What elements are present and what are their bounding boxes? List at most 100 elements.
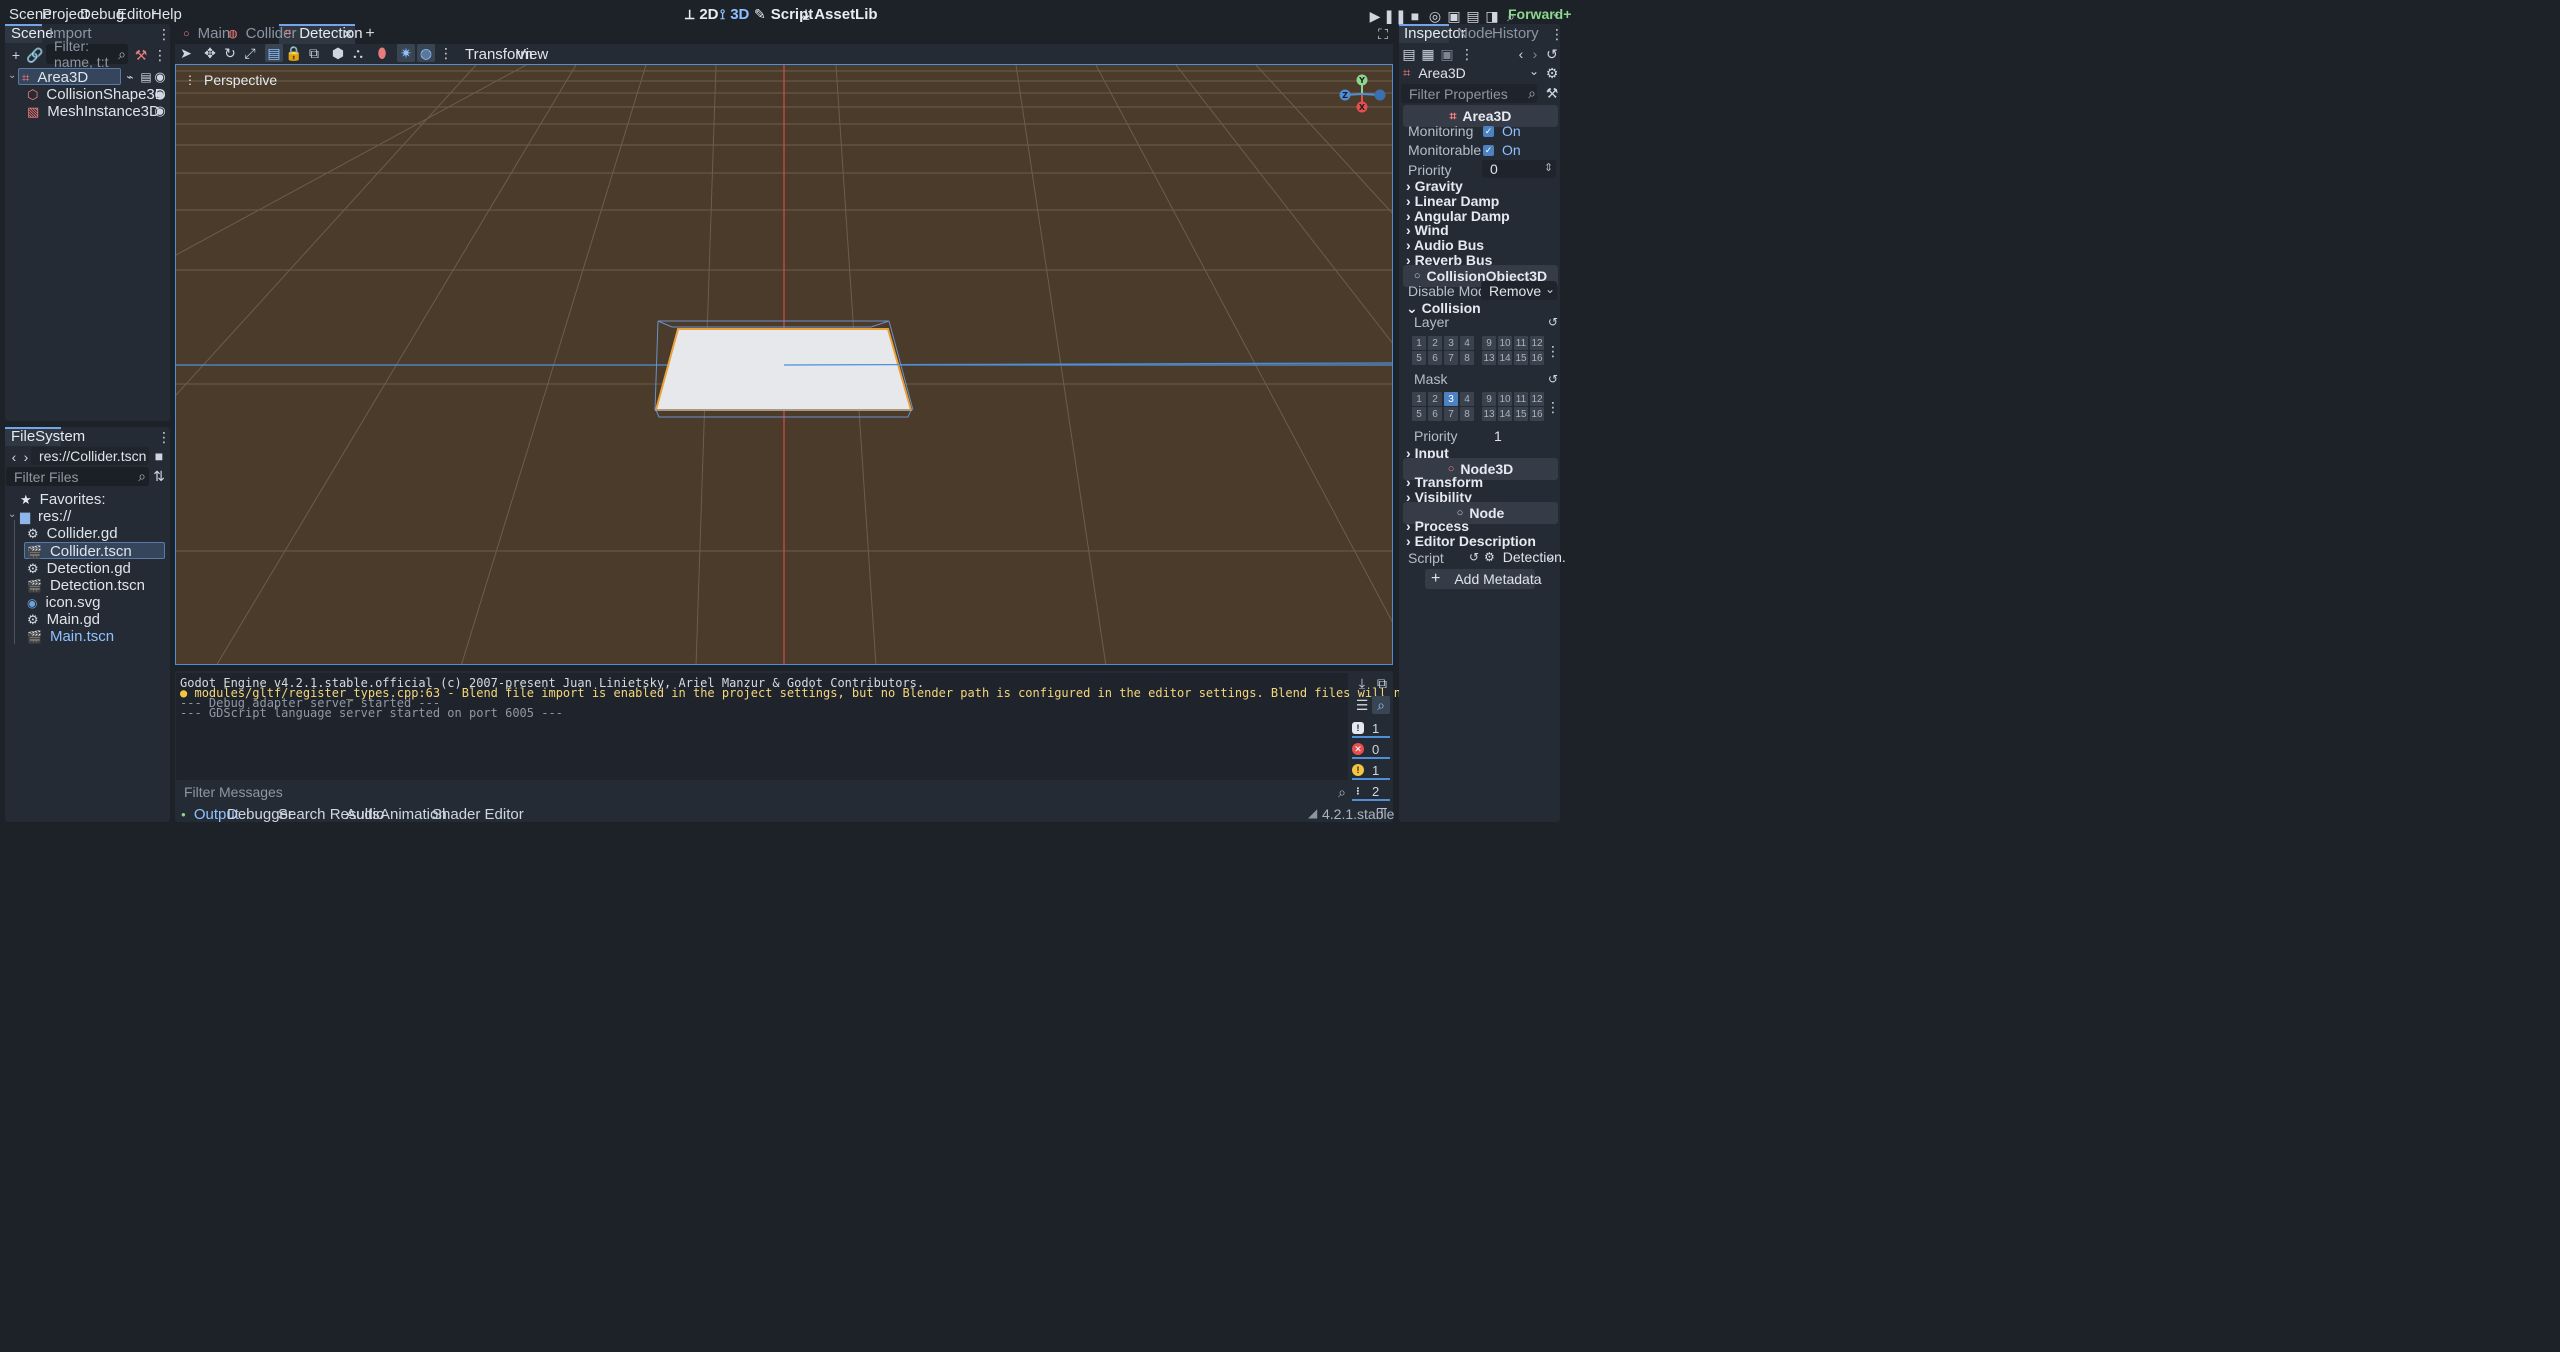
environment-globe-icon[interactable]: ◍	[416, 43, 436, 63]
inspector-options-icon[interactable]: ⚒	[1542, 83, 1562, 103]
favorites-row[interactable]: ★ Favorites:	[20, 491, 106, 508]
group-linear-damp[interactable]: › Linear Damp	[1406, 193, 1499, 209]
rotate-tool-icon[interactable]: ↻	[220, 43, 240, 63]
tab-filesystem[interactable]: FileSystem	[11, 428, 85, 445]
copy-log-icon[interactable]: ⤓	[1352, 673, 1372, 693]
layer-bit-9[interactable]: 9	[1482, 336, 1496, 350]
layer-bit-14[interactable]: 14	[1498, 351, 1512, 365]
file-detection-gd[interactable]: ⚙ Detection.gd	[27, 560, 131, 577]
add-metadata-button[interactable]: + Add Metadata	[1425, 569, 1542, 589]
split-view-icon[interactable]: ■	[149, 446, 169, 466]
snap-object-icon[interactable]: ⬢	[328, 43, 348, 63]
toolbar-more-icon[interactable]: ⋮	[436, 43, 456, 63]
layer-bit-11[interactable]: 11	[1514, 336, 1528, 350]
layer-bit-4[interactable]: 4	[1460, 336, 1474, 350]
renderer-selector[interactable]: Forward+	[1508, 6, 1571, 22]
filter-messages-input[interactable]: Filter Messages	[176, 783, 1348, 801]
layer-bit-8[interactable]: 8	[1460, 351, 1474, 365]
mask-bit-12[interactable]: 12	[1530, 392, 1544, 406]
collision-priority-value[interactable]: 1	[1494, 428, 1502, 444]
reset-icon[interactable]: ↺	[1543, 312, 1563, 332]
mode-3d-button[interactable]: ⟟ 3D	[720, 6, 749, 23]
mask-bit-16[interactable]: 16	[1530, 407, 1544, 421]
group-transform[interactable]: › Transform	[1406, 474, 1483, 490]
mask-bit-3[interactable]: 3	[1444, 392, 1458, 406]
filesystem-path-input[interactable]: res://Collider.tscn	[31, 447, 149, 465]
kebab-menu-icon[interactable]: ⋮	[154, 24, 174, 44]
play-custom-icon[interactable]: ▤	[1463, 6, 1483, 26]
visibility-eye-icon[interactable]: ◉	[150, 101, 170, 121]
stop-icon[interactable]: ■	[1405, 6, 1425, 26]
layer-bit-10[interactable]: 10	[1498, 336, 1512, 350]
bottom-tab-shader-editor[interactable]: Shader Editor	[432, 806, 524, 823]
pause-icon[interactable]: ❚❚	[1383, 6, 1406, 26]
mode-2d-button[interactable]: ⟂ 2D	[685, 6, 719, 23]
file-main-tscn[interactable]: 🎬 Main.tscn	[27, 628, 114, 645]
group-wind[interactable]: › Wind	[1406, 222, 1449, 238]
link-icon[interactable]: 🔗	[25, 45, 45, 65]
scene-filter-options-icon[interactable]: ⚒	[131, 45, 151, 65]
pivot-icon[interactable]: ⛬	[348, 43, 368, 63]
bottom-tab-audio[interactable]: Audio	[346, 806, 384, 823]
layer-bit-2[interactable]: 2	[1428, 336, 1442, 350]
open-resource-icon[interactable]: ▦	[1418, 44, 1438, 64]
add-node-icon[interactable]: +	[6, 45, 26, 65]
file-main-gd[interactable]: ⚙ Main.gd	[27, 611, 100, 628]
search-icon[interactable]: ⌕	[1371, 695, 1391, 715]
remote-debug-icon[interactable]: ◎	[1425, 6, 1445, 26]
mask-bit-6[interactable]: 6	[1428, 407, 1442, 421]
history-icon[interactable]: ↺	[1542, 44, 1562, 64]
layer-bit-12[interactable]: 12	[1530, 336, 1544, 350]
scene-tab-main[interactable]: ○ Main	[183, 25, 230, 42]
other-count-toggle[interactable]: ⋮ 2	[1352, 783, 1390, 801]
kebab-menu-icon[interactable]: ⋮	[154, 427, 174, 447]
movie-icon[interactable]: ◨	[1482, 6, 1502, 26]
mask-bit-4[interactable]: 4	[1460, 392, 1474, 406]
layer-bit-6[interactable]: 6	[1428, 351, 1442, 365]
new-resource-icon[interactable]: ▤	[1399, 44, 1419, 64]
filesystem-filter-input[interactable]: Filter Files	[6, 467, 149, 486]
mask-bit-2[interactable]: 2	[1428, 392, 1442, 406]
list-select-icon[interactable]: ▤	[264, 43, 284, 63]
tab-history[interactable]: History	[1492, 25, 1539, 42]
file-collider-gd[interactable]: ⚙ Collider.gd	[27, 525, 118, 542]
group-audio-bus[interactable]: › Audio Bus	[1406, 237, 1484, 253]
file-detection-tscn[interactable]: 🎬 Detection.tscn	[27, 577, 145, 594]
collapse-icon[interactable]: ☰	[1352, 695, 1372, 715]
scene-more-icon[interactable]: ⋮	[150, 45, 170, 65]
select-tool-icon[interactable]: ➤	[176, 43, 196, 63]
group-gravity[interactable]: › Gravity	[1406, 178, 1463, 194]
fullscreen-icon[interactable]: ⛶	[1373, 24, 1393, 44]
layer-bit-15[interactable]: 15	[1514, 351, 1528, 365]
mask-bit-13[interactable]: 13	[1482, 407, 1496, 421]
mask-more-icon[interactable]: ⋮	[1543, 397, 1563, 417]
warning-count-toggle[interactable]: ! 1	[1352, 762, 1390, 780]
scale-tool-icon[interactable]: ⤢	[240, 43, 260, 63]
chevron-down-icon[interactable]: ⌄	[8, 509, 16, 520]
reset-icon[interactable]: ↺	[1464, 547, 1484, 567]
mode-assetlib-button[interactable]: ⤓ AssetLib	[803, 6, 878, 23]
clear-log-icon[interactable]: ⧉	[1372, 673, 1392, 693]
view-menu[interactable]: View	[516, 46, 548, 63]
mask-bit-14[interactable]: 14	[1498, 407, 1512, 421]
preview-sun-icon[interactable]: ⬮	[372, 43, 392, 63]
group-process[interactable]: › Process	[1406, 518, 1469, 534]
tree-node-collisionshape3d[interactable]: ⬡ CollisionShape3D	[27, 86, 166, 103]
sun-icon[interactable]: ✷	[396, 43, 416, 63]
tree-node-area3d[interactable]: ⌗ Area3D	[22, 69, 88, 86]
filter-properties-input[interactable]: Filter Properties	[1401, 84, 1537, 103]
close-icon[interactable]: ✕	[338, 24, 358, 44]
play-scene-icon[interactable]: ▣	[1444, 6, 1464, 26]
monitorable-checkbox[interactable]: ✓ On	[1483, 142, 1521, 158]
error-count-toggle[interactable]: ✕ 0	[1352, 741, 1390, 759]
reset-icon[interactable]: ↺	[1543, 369, 1563, 389]
add-tab-icon[interactable]: +	[360, 24, 380, 44]
pin-panel-icon[interactable]: ⊤	[1372, 803, 1392, 823]
layer-bit-16[interactable]: 16	[1530, 351, 1544, 365]
layer-bit-3[interactable]: 3	[1444, 336, 1458, 350]
layer-bit-1[interactable]: 1	[1412, 336, 1426, 350]
tab-node[interactable]: Node	[1457, 25, 1493, 42]
viewport-3d[interactable]: Y X Z ⋮ Perspective	[175, 64, 1393, 665]
file-icon-svg[interactable]: ◉ icon.svg	[27, 594, 101, 611]
object-properties-icon[interactable]: ⚙	[1542, 63, 1562, 83]
